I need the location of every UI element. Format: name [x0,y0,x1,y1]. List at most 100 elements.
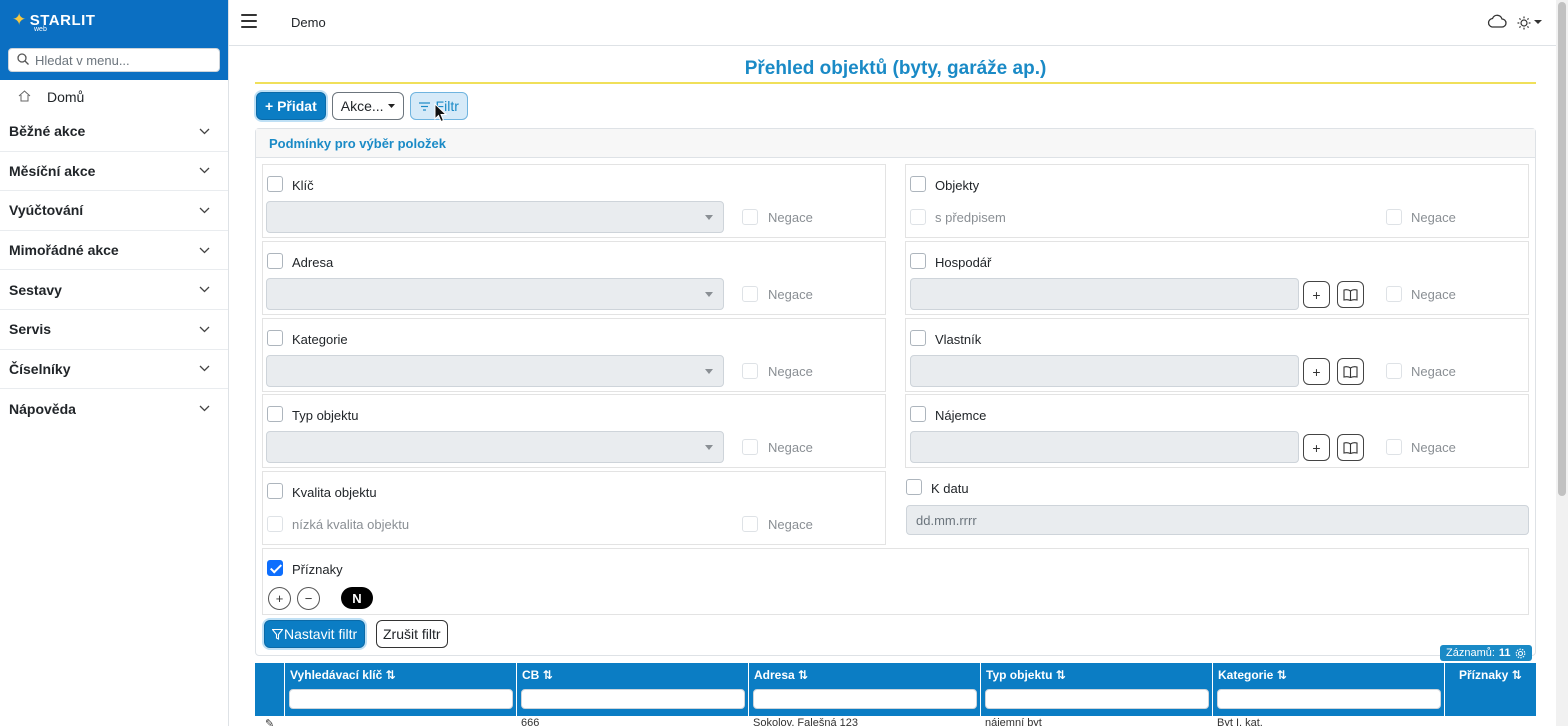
sidebar-item-ciselniky[interactable]: Číselníky [0,350,228,390]
objects-checkbox[interactable] [910,176,926,192]
grid-filter-type-input[interactable] [985,689,1209,709]
quality-negation-checkbox[interactable] [742,516,758,532]
home-icon [18,89,31,105]
tenant-negation-label: Negace [1411,440,1456,455]
starlit-logo[interactable]: ✦ STARLIT [12,10,95,30]
sort-icon[interactable]: ⇅ [798,668,808,682]
edit-pencil-icon[interactable]: ✎ [265,717,274,726]
owner-checkbox[interactable] [910,330,926,346]
grid-col-flags[interactable]: Příznaky ⇅ [1444,663,1536,716]
owner-book-button[interactable] [1337,358,1364,385]
cancel-filter-button[interactable]: Zrušit filtr [376,620,448,648]
sidebar-item-servis[interactable]: Servis [0,310,228,350]
address-checkbox[interactable] [267,253,283,269]
object-type-negation-checkbox[interactable] [742,439,758,455]
flags-checkbox[interactable] [267,560,283,576]
sidebar-item-label: Sestavy [9,281,62,298]
flag-add-button[interactable]: + [268,587,291,610]
grid-col-address[interactable]: Adresa ⇅ [748,663,981,716]
objects-negation-checkbox[interactable] [1386,209,1402,225]
sort-icon[interactable]: ⇅ [386,668,396,682]
page-scrollbar[interactable] [1556,0,1568,726]
category-select[interactable] [266,355,724,387]
sidebar-home-label: Domů [47,89,85,105]
gear-icon[interactable] [1515,648,1526,659]
filter-icon [418,101,430,111]
records-count-badge: Záznamů: 11 [1440,645,1532,661]
sort-icon[interactable]: ⇅ [543,668,553,682]
key-select[interactable] [266,201,724,233]
tenant-input[interactable] [910,431,1299,463]
grid-filter-key-input[interactable] [289,689,513,709]
set-filter-button[interactable]: Nastavit filtr [264,620,366,648]
grid-col-category[interactable]: Kategorie ⇅ [1212,663,1445,716]
key-checkbox[interactable] [267,176,283,192]
plus-icon: + [275,591,284,606]
sidebar-item-vyuctovani[interactable]: Vyúčtování [0,191,228,231]
grid-col-type-label: Typ objektu ⇅ [986,668,1066,682]
address-negation-checkbox[interactable] [742,286,758,302]
scrollbar-thumb[interactable] [1558,2,1566,496]
address-label: Adresa [292,255,334,270]
object-type-select[interactable] [266,431,724,463]
sidebar-item-mesicni-akce[interactable]: Měsíční akce [0,152,228,192]
quality-negation-label: Negace [768,517,813,532]
theme-sun-icon[interactable] [1517,16,1542,30]
add-button[interactable]: + Přidat [256,92,326,120]
chevron-down-icon [199,365,210,372]
manager-negation-checkbox[interactable] [1386,286,1402,302]
to-date-input[interactable]: dd.mm.rrrr [906,505,1529,535]
address-select[interactable] [266,278,724,310]
grid-col-key-label: Vyhledávací klíč ⇅ [290,668,396,682]
hamburger-menu-icon[interactable] [241,14,257,28]
manager-book-button[interactable] [1337,281,1364,308]
filter-object-type: Typ objektu Negace [262,394,886,468]
manager-label: Hospodář [935,255,992,270]
sidebar-item-mimoradne-akce[interactable]: Mimořádné akce [0,231,228,271]
table-row[interactable]: ✎ 666 Sokolov, Falešná 123 nájemní byt B… [255,716,1536,726]
manager-checkbox[interactable] [910,253,926,269]
grid-col-key[interactable]: Vyhledávací klíč ⇅ [284,663,517,716]
menu-search[interactable] [8,48,220,72]
grid-filter-category-input[interactable] [1217,689,1441,709]
with-prescription-checkbox[interactable] [910,209,926,225]
actions-dropdown[interactable]: Akce... [331,92,404,120]
grid-col-cb[interactable]: CB ⇅ [516,663,749,716]
sort-icon[interactable]: ⇅ [1056,668,1066,682]
menu-search-input[interactable] [35,52,215,68]
header-actions [1487,14,1542,31]
object-type-checkbox[interactable] [267,406,283,422]
sort-icon[interactable]: ⇅ [1277,668,1287,682]
sidebar-item-label: Vyúčtování [9,202,84,219]
sidebar-item-bezne-akce[interactable]: Běžné akce [0,112,228,152]
cloud-icon[interactable] [1487,14,1507,31]
tenant-negation-checkbox[interactable] [1386,439,1402,455]
filter-key: Klíč Negace [262,164,886,238]
grid-filter-cb-input[interactable] [521,689,745,709]
low-quality-checkbox[interactable] [267,516,283,532]
quality-checkbox[interactable] [267,483,283,499]
sidebar-item-sestavy[interactable]: Sestavy [0,270,228,310]
key-negation-checkbox[interactable] [742,209,758,225]
tenant-checkbox[interactable] [910,406,926,422]
sort-icon[interactable]: ⇅ [1512,668,1522,682]
owner-input[interactable] [910,355,1299,387]
manager-input[interactable] [910,278,1299,310]
manager-add-button[interactable]: + [1303,281,1330,308]
to-date-checkbox[interactable] [906,479,922,495]
date-placeholder: dd.mm.rrrr [916,513,977,528]
grid-col-category-label: Kategorie ⇅ [1218,668,1287,682]
flag-n-badge[interactable]: N [341,587,373,609]
flag-remove-button[interactable]: − [297,587,320,610]
grid-col-type[interactable]: Typ objektu ⇅ [980,663,1213,716]
owner-add-button[interactable]: + [1303,358,1330,385]
owner-negation-checkbox[interactable] [1386,363,1402,379]
category-checkbox[interactable] [267,330,283,346]
sidebar-item-home[interactable]: Domů [0,84,228,110]
tenant-book-button[interactable] [1337,434,1364,461]
tenant-add-button[interactable]: + [1303,434,1330,461]
grid-filter-address-input[interactable] [753,689,977,709]
category-negation-checkbox[interactable] [742,363,758,379]
plus-icon: + [1312,286,1321,303]
sidebar-item-napoveda[interactable]: Nápověda [0,389,228,429]
